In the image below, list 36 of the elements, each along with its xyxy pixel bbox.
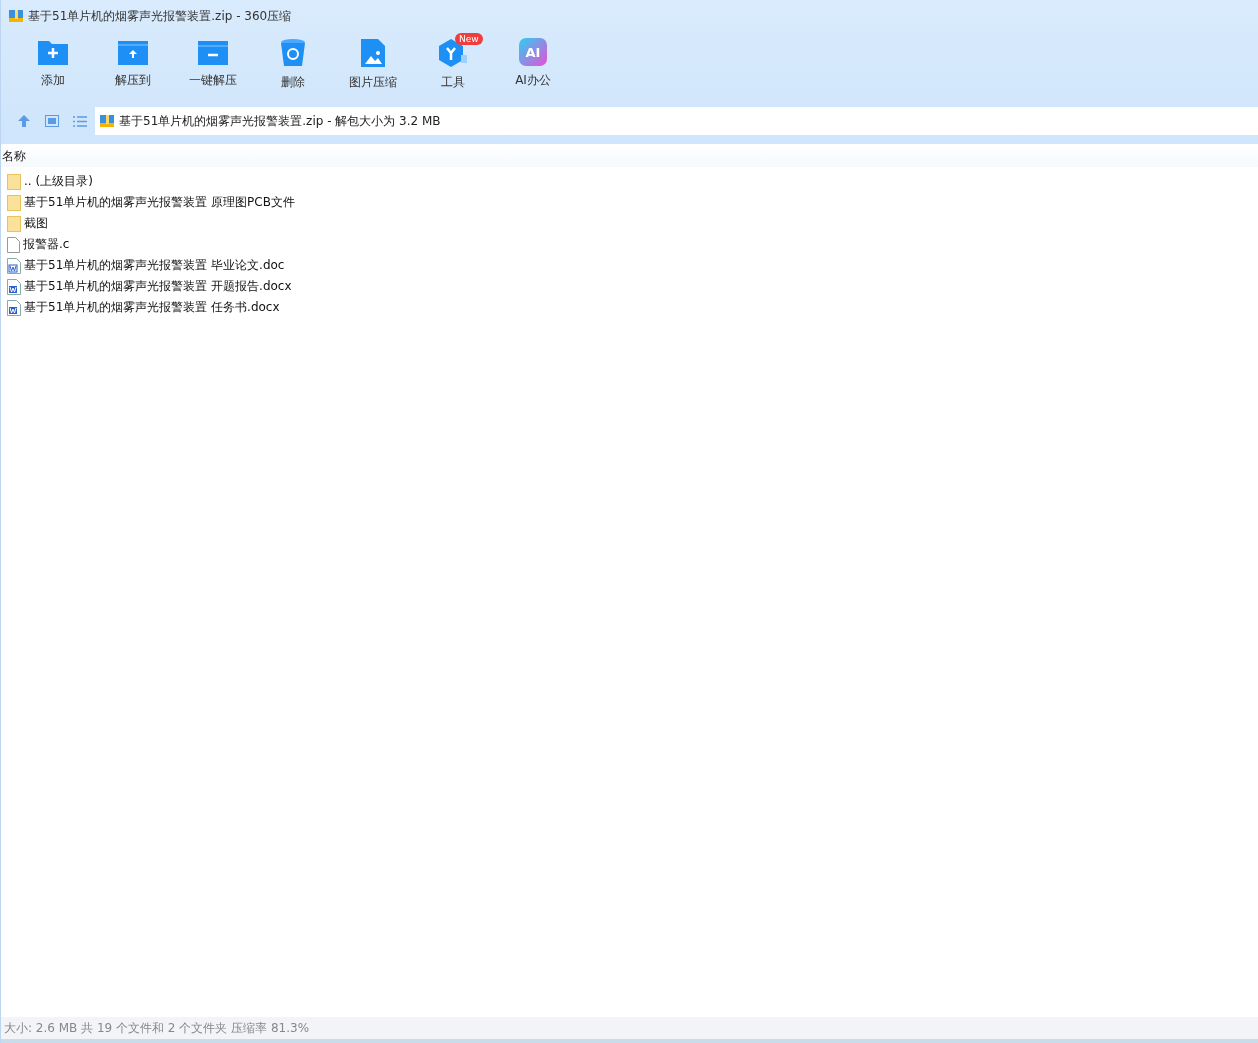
toolbar-button[interactable]: 解压到 <box>93 32 173 106</box>
folder-icon <box>7 194 21 211</box>
up-arrow-icon <box>17 114 31 128</box>
toolbar-button[interactable]: AI AI办公 <box>493 32 573 106</box>
file-icon <box>7 236 20 253</box>
toolbar-button[interactable]: 删除 <box>253 32 333 106</box>
ai-icon: AI <box>519 38 547 66</box>
image-file-icon <box>360 38 386 68</box>
toolbar-button[interactable]: 一键解压 <box>173 32 253 106</box>
file-name[interactable]: 基于51单片机的烟雾声光报警装置 原理图PCB文件 <box>24 194 295 211</box>
word-document-icon <box>7 299 21 316</box>
list-view-icon <box>73 115 87 127</box>
file-name[interactable]: 截图 <box>24 215 48 232</box>
folder-minus-icon <box>197 38 229 66</box>
archive-icon <box>99 113 115 129</box>
file-name[interactable]: 基于51单片机的烟雾声光报警装置 毕业论文.doc <box>24 257 285 274</box>
toolbar-button[interactable]: 图片压缩 <box>333 32 413 106</box>
word-document-icon <box>7 278 21 295</box>
archive-icon <box>8 8 24 24</box>
word-document-icon <box>7 257 21 274</box>
window-title: 基于51单片机的烟雾声光报警装置.zip - 360压缩 <box>28 7 292 25</box>
toolbar-button[interactable]: 添加 <box>13 32 93 106</box>
toolbar-button[interactable]: New 工具 <box>413 32 493 106</box>
file-name[interactable]: .. (上级目录) <box>24 173 93 190</box>
address-bar[interactable]: 基于51单片机的烟雾声光报警装置.zip - 解包大小为 3.2 MB <box>95 107 1258 135</box>
folder-plus-icon <box>37 38 69 66</box>
file-name[interactable]: 基于51单片机的烟雾声光报警装置 任务书.docx <box>24 299 280 316</box>
folder-icon <box>7 215 21 232</box>
file-name[interactable]: 报警器.c <box>23 236 70 253</box>
file-name[interactable]: 基于51单片机的烟雾声光报警装置 开题报告.docx <box>24 278 292 295</box>
address-path: 基于51单片机的烟雾声光报警装置.zip - 解包大小为 3.2 MB <box>119 112 441 130</box>
new-badge: New <box>455 33 483 45</box>
recycle-bin-icon <box>280 38 306 68</box>
status-bar: 大小: 2.6 MB 共 19 个文件和 2 个文件夹 压缩率 81.3% <box>1 1017 1258 1039</box>
folder-icon <box>7 173 21 190</box>
thumbnail-view-icon <box>45 115 59 127</box>
